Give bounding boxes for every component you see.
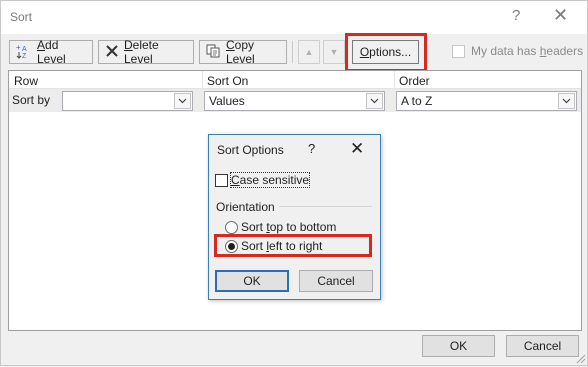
add-level-icon: + A Z — [16, 43, 32, 62]
dialog-ok-button[interactable]: OK — [215, 270, 289, 292]
close-icon[interactable]: ✕ — [553, 5, 568, 26]
chevron-down-icon[interactable] — [174, 93, 191, 109]
add-level-button[interactable]: + A Z Add Level — [9, 38, 93, 66]
headers-checkbox-label: My data has headers — [471, 44, 584, 58]
headers-checkbox[interactable] — [452, 45, 465, 58]
sort-on-select[interactable]: Values — [204, 91, 385, 111]
toolbar-separator — [292, 41, 293, 63]
cancel-button[interactable]: Cancel — [506, 335, 579, 357]
case-sensitive-label: Case sensitive — [229, 172, 311, 188]
move-down-button[interactable]: ▼ — [323, 40, 345, 64]
dialog-close-icon[interactable]: ✕ — [350, 139, 364, 159]
orientation-divider — [279, 206, 372, 207]
dialog-cancel-button[interactable]: Cancel — [299, 270, 373, 292]
copy-level-button[interactable]: Copy Level — [199, 38, 287, 66]
header-sort-on: Sort On — [207, 74, 249, 88]
svg-text:Z: Z — [22, 53, 27, 59]
sort-by-label: Sort by — [12, 93, 51, 107]
sort-options-title: Sort Options — [217, 143, 284, 157]
svg-text:+: + — [16, 43, 21, 52]
move-down-icon: ▼ — [329, 47, 339, 57]
dialog-help-icon[interactable]: ? — [308, 141, 315, 156]
chevron-down-icon[interactable] — [558, 93, 575, 109]
order-select[interactable]: A to Z — [396, 91, 577, 111]
ok-button[interactable]: OK — [422, 335, 495, 357]
header-separator — [394, 71, 395, 88]
sort-top-to-bottom-label: Sort top to bottom — [241, 220, 337, 234]
orientation-label: Orientation — [216, 200, 275, 214]
window-title: Sort — [10, 10, 33, 24]
svg-text:A: A — [22, 46, 27, 53]
case-sensitive-checkbox[interactable] — [215, 174, 228, 187]
options-button[interactable]: Options... — [352, 40, 419, 64]
title-bar — [0, 0, 588, 34]
header-separator — [202, 71, 203, 88]
move-up-button[interactable]: ▲ — [298, 40, 320, 64]
row-select[interactable] — [62, 91, 193, 111]
header-order: Order — [399, 74, 430, 88]
copy-icon — [206, 44, 221, 61]
sort-left-to-right-label: Sort left to right — [241, 239, 323, 253]
chevron-down-icon[interactable] — [366, 93, 383, 109]
resize-grip-icon[interactable] — [574, 352, 586, 364]
header-row: Row — [14, 74, 39, 88]
delete-x-icon — [105, 44, 119, 61]
move-up-icon: ▲ — [304, 47, 314, 57]
sort-top-to-bottom-radio[interactable] — [225, 221, 238, 234]
sort-left-to-right-radio[interactable] — [225, 240, 238, 253]
delete-level-button[interactable]: Delete Level — [98, 38, 194, 66]
help-icon[interactable]: ? — [512, 7, 520, 24]
